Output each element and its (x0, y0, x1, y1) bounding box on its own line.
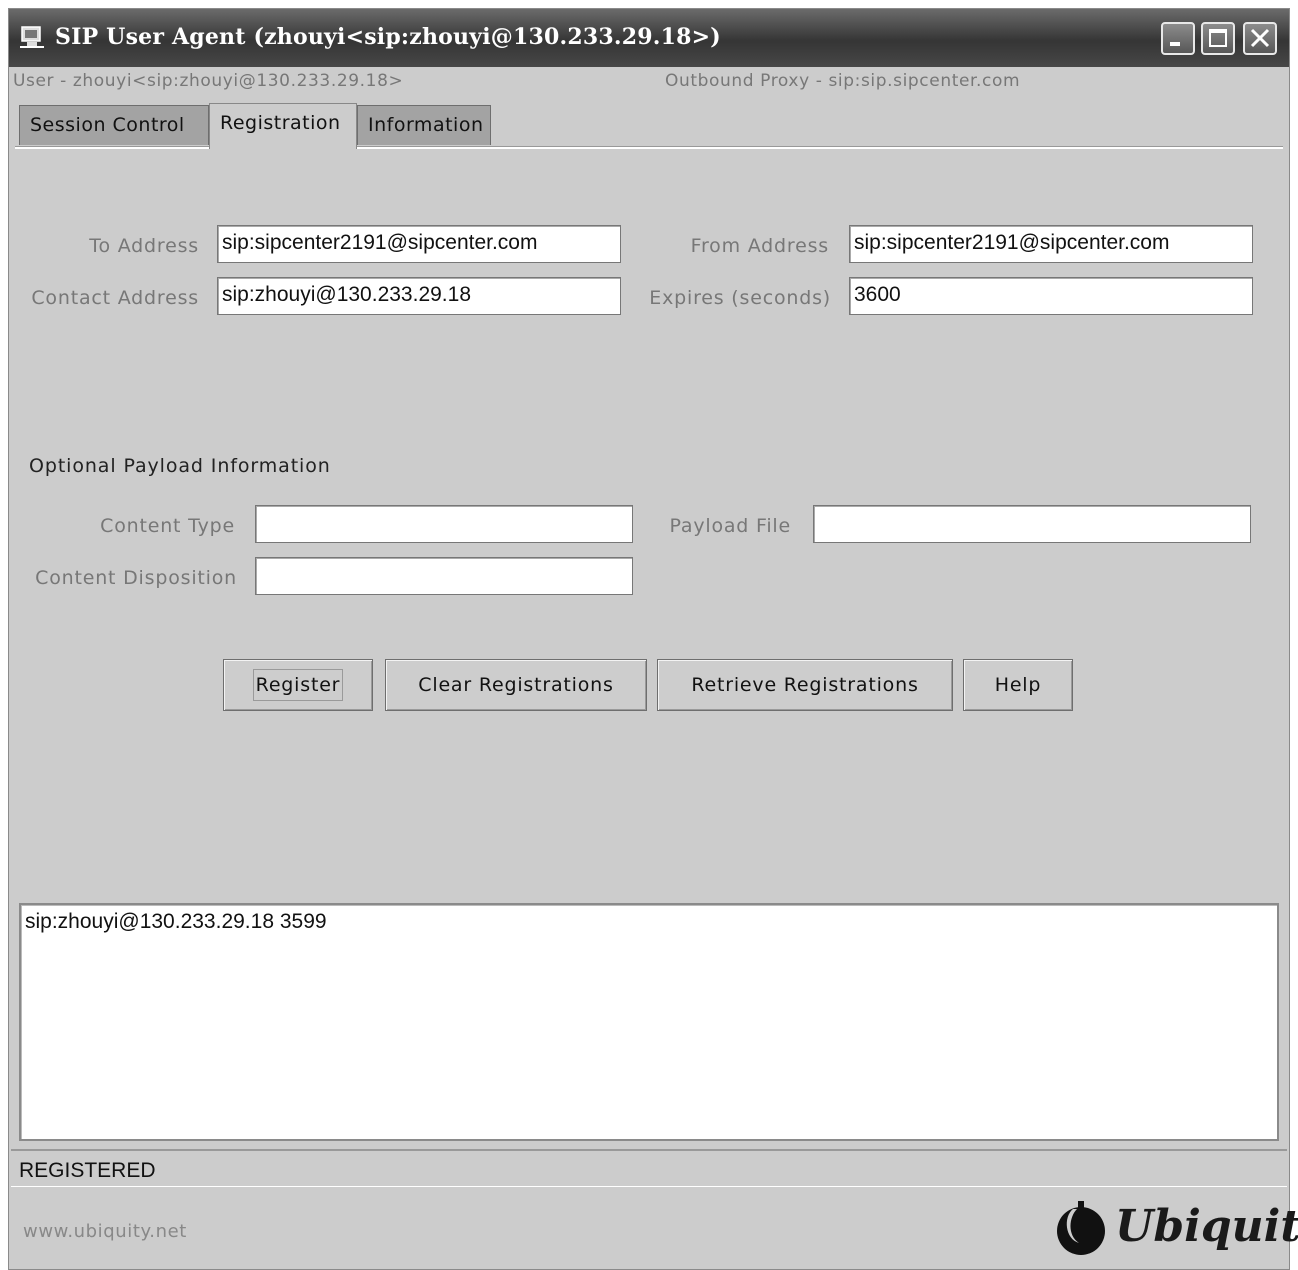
website-link[interactable]: www.ubiquity.net (23, 1221, 187, 1242)
optional-payload-heading: Optional Payload Information (29, 455, 331, 477)
close-button[interactable] (1243, 22, 1277, 55)
status-bar: REGISTERED (11, 1149, 1287, 1187)
content-type-label: Content Type (100, 515, 235, 537)
window-title: SIP User Agent (zhouyi<sip:zhouyi@130.23… (55, 24, 721, 50)
ubiquity-logo-text: Ubiquity (1115, 1201, 1298, 1252)
expires-field[interactable]: 3600 (849, 277, 1253, 315)
help-button[interactable]: Help (963, 659, 1073, 711)
maximize-icon (1209, 29, 1227, 47)
register-button[interactable]: Register (223, 659, 373, 711)
clear-registrations-button[interactable]: Clear Registrations (385, 659, 647, 711)
tab-divider (15, 146, 1283, 149)
from-address-label: From Address (690, 235, 829, 257)
contact-address-field[interactable]: sip:zhouyi@130.233.29.18 (217, 277, 621, 315)
payload-file-field[interactable] (813, 505, 1251, 543)
from-address-field[interactable]: sip:sipcenter2191@sipcenter.com (849, 225, 1253, 263)
contact-address-label: Contact Address (31, 287, 199, 309)
tab-session-control[interactable]: Session Control (19, 105, 209, 145)
content-type-field[interactable] (255, 505, 633, 543)
retrieve-registrations-button[interactable]: Retrieve Registrations (657, 659, 953, 711)
maximize-button[interactable] (1201, 22, 1235, 55)
content-disposition-field[interactable] (255, 557, 633, 595)
title-bar[interactable]: SIP User Agent (zhouyi<sip:zhouyi@130.23… (9, 9, 1289, 67)
payload-file-label: Payload File (669, 515, 791, 537)
minimize-button[interactable] (1161, 22, 1195, 55)
ubiquity-logo: Ubiquity (1049, 1199, 1298, 1259)
registration-entry: sip:zhouyi@130.233.29.18 3599 (25, 910, 327, 933)
expires-label: Expires (seconds) (649, 287, 831, 309)
to-address-field[interactable]: sip:sipcenter2191@sipcenter.com (217, 225, 621, 263)
tab-bar: Session Control Registration Information (19, 103, 1289, 149)
ubiquity-logo-icon (1057, 1201, 1105, 1255)
registrations-output[interactable]: sip:zhouyi@130.233.29.18 3599 (19, 903, 1279, 1141)
tab-registration[interactable]: Registration (209, 103, 357, 149)
status-text: REGISTERED (19, 1159, 156, 1182)
close-icon (1250, 28, 1270, 48)
sip-user-agent-window: SIP User Agent (zhouyi<sip:zhouyi@130.23… (8, 8, 1298, 1270)
outbound-proxy-info: Outbound Proxy - sip:sip.sipcenter.com (665, 71, 1021, 91)
user-info: User - zhouyi<sip:zhouyi@130.233.29.18> (13, 71, 404, 91)
sip-app-icon (20, 26, 44, 48)
minimize-icon (1170, 42, 1180, 46)
content-disposition-label: Content Disposition (35, 567, 237, 589)
register-button-label: Register (252, 669, 344, 701)
tab-information[interactable]: Information (357, 105, 491, 145)
to-address-label: To Address (89, 235, 199, 257)
